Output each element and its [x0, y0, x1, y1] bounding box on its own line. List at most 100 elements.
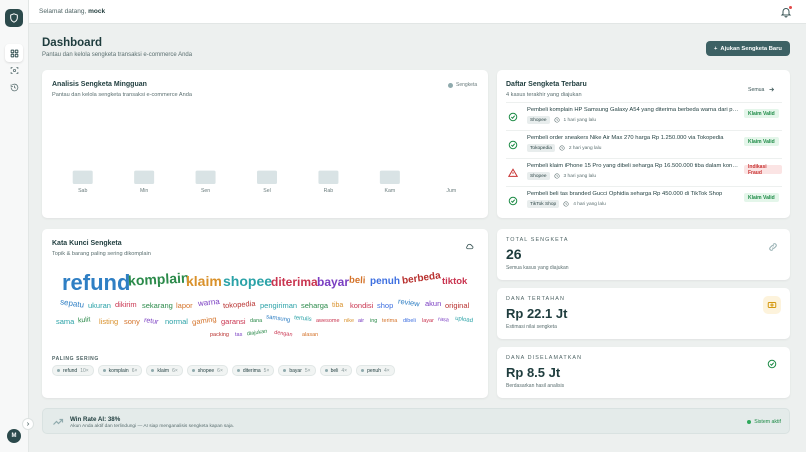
total-sub: Semua kasus yang diajukan	[506, 265, 569, 271]
platform-tag: Tokopedia	[527, 144, 555, 152]
keyword-word[interactable]: warna	[198, 297, 221, 308]
nav-dashboard-grid-icon[interactable]	[5, 44, 23, 62]
keyword-word[interactable]: retur	[144, 317, 159, 326]
total-label: TOTAL SENGKETA	[506, 237, 569, 243]
keyword-word[interactable]: ukuran	[88, 302, 111, 310]
keyword-word[interactable]: original	[445, 302, 469, 310]
chip-word: klaim	[157, 367, 170, 374]
legend-swatch	[448, 82, 453, 88]
keyword-word[interactable]: refund	[62, 272, 130, 294]
keyword-word[interactable]: sony	[124, 318, 140, 326]
dispute-row[interactable]: Pembeli beli tas branded Gucci Ophidia s…	[506, 191, 782, 215]
chip-dot	[283, 369, 287, 372]
chart-bar[interactable]	[318, 170, 339, 184]
chip-dot	[324, 369, 328, 372]
keyword-word[interactable]: diterima	[271, 276, 318, 288]
keyword-word[interactable]: gaming	[191, 314, 217, 326]
chart-bar[interactable]	[134, 170, 155, 184]
dispute-row[interactable]: Pembeli klaim iPhone 15 Pro yang dibeli …	[506, 163, 782, 187]
keyword-word[interactable]: beli	[349, 275, 366, 287]
keyword-word[interactable]: diajukan	[247, 329, 268, 338]
keyword-word[interactable]: tiba	[332, 302, 343, 309]
x-tick-label: Sen	[201, 188, 210, 194]
keyword-word[interactable]: air	[358, 318, 364, 325]
keyword-chip[interactable]: shopee 6×	[186, 365, 228, 376]
keyword-word[interactable]: review	[398, 297, 421, 309]
keyword-word[interactable]: upload	[455, 316, 474, 324]
keyword-word[interactable]: seharga	[301, 302, 328, 310]
chart-bar[interactable]	[257, 170, 277, 184]
avatar[interactable]: M	[7, 429, 21, 443]
keyword-word[interactable]: tokopedia	[223, 299, 256, 310]
keyword-word[interactable]: layar	[422, 318, 434, 325]
greeting-username: mock	[88, 8, 106, 15]
keyword-word[interactable]: shop	[377, 302, 393, 310]
keyword-word[interactable]: rasa	[438, 316, 449, 324]
keyword-chip[interactable]: beli 4×	[319, 365, 353, 376]
keyword-word[interactable]: akun	[425, 300, 441, 308]
keyword-word[interactable]: pengiriman	[260, 302, 297, 310]
status-badge: Klaim Valid	[744, 193, 779, 202]
chip-word: penuh	[367, 367, 381, 374]
keyword-chip[interactable]: komplain 6×	[97, 365, 143, 376]
keyword-chip[interactable]: penuh 4×	[356, 365, 395, 376]
link-icon	[764, 238, 782, 256]
keyword-chip[interactable]: diterima 5×	[231, 365, 275, 376]
keyword-word[interactable]: berbeda	[401, 270, 441, 286]
dispute-row[interactable]: Pembeli komplain HP Samsung Galaxy A54 y…	[506, 107, 782, 131]
new-dispute-button[interactable]: + Ajukan Sengketa Baru	[706, 41, 790, 56]
system-status: Sistem aktif	[747, 419, 781, 425]
keyword-word[interactable]: awesome	[316, 318, 340, 325]
keyword-word[interactable]: klaim	[186, 274, 222, 288]
chart-bar[interactable]	[379, 170, 400, 184]
keyword-chip[interactable]: bayar 5×	[278, 365, 316, 376]
keyword-word[interactable]: dana	[250, 318, 262, 325]
keywords-subtitle: Topik & barang paling sering dikomplain	[52, 251, 151, 257]
new-dispute-button-label: Ajukan Sengketa Baru	[720, 45, 782, 52]
keyword-word[interactable]: bayar	[317, 276, 349, 288]
cloud-icon[interactable]	[465, 242, 474, 251]
keyword-word[interactable]: tertulis	[294, 315, 312, 323]
frequent-label: PALING SERING	[52, 356, 99, 362]
keyword-word[interactable]: listing	[99, 318, 118, 326]
keyword-word[interactable]: shopee	[223, 274, 272, 288]
keyword-word[interactable]: kondisi	[350, 302, 373, 310]
keyword-word[interactable]: ing	[370, 318, 377, 325]
keyword-word[interactable]: sepatu	[60, 297, 85, 309]
latest-title: Daftar Sengketa Terbaru	[506, 81, 587, 88]
greeting-text: Selamat datang,	[39, 8, 87, 15]
keyword-word[interactable]: sekarang	[142, 302, 173, 310]
keyword-word[interactable]: tiktok	[442, 277, 467, 287]
keyword-word[interactable]: lapor	[176, 302, 193, 310]
keyword-word[interactable]: sama	[56, 318, 74, 326]
keyword-word[interactable]: normal	[165, 318, 188, 326]
see-all-link[interactable]: Semua	[748, 86, 775, 93]
keyword-word[interactable]: dengan	[274, 330, 293, 339]
keyword-word[interactable]: terima	[382, 318, 397, 325]
keyword-word[interactable]: kulit	[78, 316, 91, 324]
keyword-chip[interactable]: refund 10×	[52, 365, 94, 376]
chart-bar[interactable]	[195, 170, 216, 184]
chart-bar[interactable]	[72, 170, 93, 184]
keyword-word[interactable]: tas	[235, 332, 242, 339]
win-rate-title: Win Rate AI: 38%	[70, 416, 121, 423]
keyword-word[interactable]: nike	[344, 318, 354, 325]
keyword-word[interactable]: dikirim	[115, 301, 137, 309]
keyword-word[interactable]: alasan	[302, 332, 318, 339]
shield-logo-icon[interactable]	[5, 9, 23, 27]
keyword-word[interactable]: penuh	[370, 277, 400, 287]
keyword-word[interactable]: komplain	[128, 269, 190, 288]
nav-history-icon[interactable]	[5, 78, 23, 96]
dispute-row[interactable]: Pembeli order sneakers Nike Air Max 270 …	[506, 135, 782, 159]
legend-label: Sengketa	[456, 82, 478, 88]
x-tick-label: Kam	[385, 188, 396, 194]
nav-scan-icon[interactable]	[5, 61, 23, 79]
keyword-word[interactable]: samsung	[266, 314, 291, 323]
win-rate-subtitle: Akun Anda aktif dan terlindungi — AI sia…	[70, 424, 234, 429]
sidebar-collapse-chevron-icon[interactable]	[22, 418, 34, 430]
x-tick-label: Min	[140, 188, 148, 194]
keyword-chip[interactable]: klaim 6×	[146, 365, 183, 376]
keyword-word[interactable]: packing	[210, 332, 229, 339]
keyword-word[interactable]: dibeli	[403, 318, 416, 325]
keyword-word[interactable]: garansi	[221, 318, 246, 326]
